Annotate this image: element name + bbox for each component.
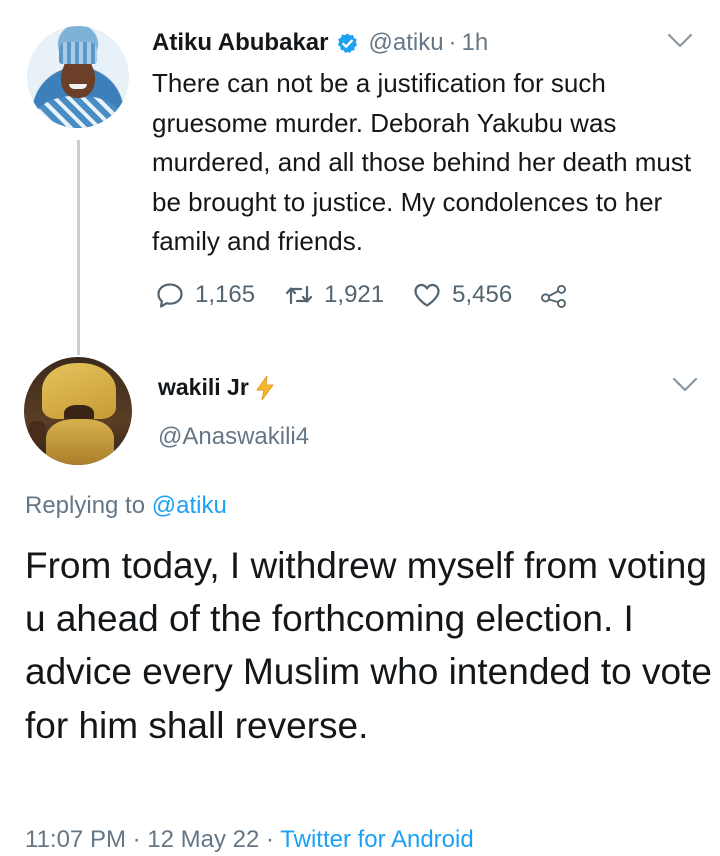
retweet-button[interactable]: 1,921 — [284, 281, 384, 309]
avatar[interactable] — [24, 357, 132, 465]
tweet-meta: 11:07 PM · 12 May 22 · Twitter for Andro… — [25, 826, 474, 854]
original-tweet[interactable]: Atiku Abubakar @atiku · 1h There can not… — [0, 0, 720, 340]
replying-mention-link[interactable]: @atiku — [152, 492, 227, 519]
tweet-date[interactable]: 12 May 22 — [147, 826, 259, 853]
handle[interactable]: @atiku — [368, 29, 443, 57]
tweet-text: From today, I withdrew myself from votin… — [25, 545, 712, 746]
retweet-count: 1,921 — [324, 281, 385, 308]
verified-badge-icon — [338, 32, 358, 53]
tweet-source-link[interactable]: Twitter for Android — [280, 826, 473, 853]
replying-prefix: Replying to — [25, 492, 146, 519]
tweet-text: There can not be a justification for suc… — [152, 68, 692, 256]
reply-author: wakili Jr — [158, 374, 277, 401]
reply-count: 1,165 — [195, 281, 256, 308]
chevron-down-icon[interactable] — [667, 33, 693, 49]
share-icon — [541, 284, 567, 308]
lightning-bolt-icon — [256, 375, 274, 400]
separator-dot: · — [132, 826, 141, 853]
tweet-header: Atiku Abubakar @atiku · 1h — [152, 29, 489, 57]
display-name[interactable]: Atiku Abubakar — [152, 29, 328, 57]
share-button[interactable] — [539, 281, 579, 309]
retweet-icon — [285, 285, 313, 305]
tweet-actions: 1,165 1,921 5,456 — [155, 279, 579, 311]
avatar[interactable] — [27, 26, 129, 128]
like-button[interactable]: 5,456 — [412, 281, 512, 309]
timestamp[interactable]: 1h — [462, 29, 489, 57]
like-count: 5,456 — [452, 281, 513, 308]
reply-icon — [157, 283, 183, 308]
separator-dot: · — [448, 29, 457, 56]
chevron-down-icon[interactable] — [672, 377, 698, 393]
separator-dot: · — [266, 826, 275, 853]
reply-button[interactable]: 1,165 — [155, 281, 255, 309]
display-name[interactable]: wakili Jr — [158, 374, 249, 401]
heart-icon — [414, 283, 440, 307]
handle[interactable]: @Anaswakili4 — [158, 423, 309, 451]
tweet-time[interactable]: 11:07 PM — [25, 826, 126, 853]
replying-to: Replying to @atiku — [25, 492, 227, 520]
